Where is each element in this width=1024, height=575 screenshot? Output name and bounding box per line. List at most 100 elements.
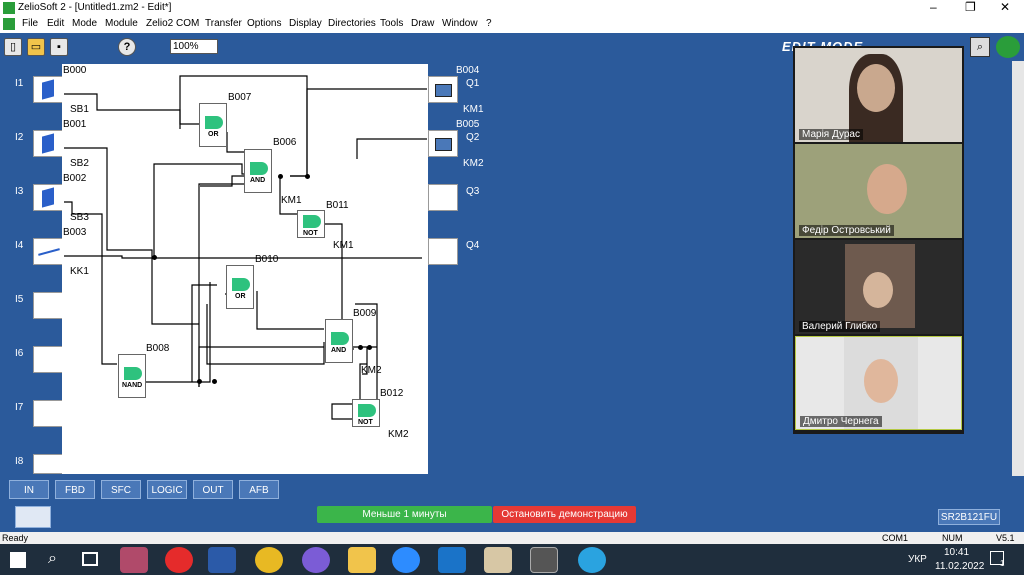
participant-avatar <box>864 359 898 403</box>
vertical-scrollbar[interactable] <box>1012 61 1024 476</box>
input-label-i7: I7 <box>15 402 24 413</box>
menu-directories[interactable]: Directories <box>328 18 376 29</box>
menu-help[interactable]: ? <box>486 18 492 29</box>
outlook-icon[interactable] <box>438 547 466 573</box>
output-label-q1: Q1 <box>466 78 480 89</box>
input-label-i2: I2 <box>15 132 24 143</box>
input-slot-i3[interactable] <box>33 184 63 211</box>
pushbutton-icon <box>42 187 54 208</box>
help-icon[interactable]: ? <box>118 38 136 56</box>
clock-time[interactable]: 10:41 <box>944 547 969 558</box>
winrar-icon[interactable] <box>120 547 148 573</box>
input-slot-i5[interactable] <box>33 292 63 319</box>
input-slot-i4[interactable] <box>33 238 63 265</box>
menu-zelio2com[interactable]: Zelio2 COM <box>146 18 199 29</box>
function-block-and[interactable]: AND <box>244 149 272 193</box>
stop-sharing-button[interactable]: Остановить демонстрацию <box>493 506 636 523</box>
menu-file[interactable]: File <box>22 18 38 29</box>
new-file-icon[interactable]: ▯ <box>4 38 22 56</box>
function-block-or[interactable]: OR <box>226 265 254 309</box>
function-block-not[interactable]: NOT <box>297 210 325 238</box>
output-slot-q3[interactable] <box>428 184 458 211</box>
junction-dot <box>367 345 372 350</box>
module-icon[interactable] <box>15 506 51 528</box>
menu-display[interactable]: Display <box>289 18 322 29</box>
tab-in[interactable]: IN <box>9 480 49 499</box>
open-folder-icon[interactable]: ▭ <box>27 38 45 56</box>
input-tag: KK1 <box>70 266 89 277</box>
block-id: B012 <box>380 388 404 399</box>
function-block-or[interactable]: OR <box>199 103 227 147</box>
function-block-and[interactable]: AND <box>325 319 353 363</box>
save-icon[interactable]: ▪ <box>50 38 68 56</box>
input-slot-i2[interactable] <box>33 130 63 157</box>
input-label-i5: I5 <box>15 294 24 305</box>
menu-draw[interactable]: Draw <box>411 18 434 29</box>
block-id: B010 <box>255 254 279 265</box>
language-indicator[interactable]: УКР <box>908 554 927 565</box>
search-icon[interactable]: ⌕ <box>48 550 57 568</box>
output-slot-q2[interactable] <box>428 130 458 157</box>
opera-icon[interactable] <box>165 547 193 573</box>
tab-afb[interactable]: AFB <box>239 480 279 499</box>
title-bar: ZelioSoft 2 - [Untitled1.zm2 - Edit*] – … <box>0 0 1024 17</box>
status-ready: Ready <box>2 533 29 543</box>
block-type: NOT <box>358 419 373 426</box>
menu-window[interactable]: Window <box>442 18 478 29</box>
close-button[interactable]: ✕ <box>1000 0 1010 14</box>
participant-tile[interactable]: Марія Дурас <box>795 48 962 142</box>
output-slot-q4[interactable] <box>428 238 458 265</box>
participant-tile[interactable]: Федір Островський <box>795 144 962 238</box>
chrome-icon[interactable] <box>255 547 283 573</box>
menu-edit[interactable]: Edit <box>47 18 64 29</box>
paint-icon[interactable] <box>484 547 512 573</box>
zoom-icon[interactable] <box>392 547 420 573</box>
menu-tools[interactable]: Tools <box>380 18 403 29</box>
clock-date[interactable]: 11.02.2022 <box>935 561 984 572</box>
file-explorer-icon[interactable] <box>348 547 376 573</box>
input-label-i8: I8 <box>15 456 24 467</box>
window-title: ZelioSoft 2 - [Untitled1.zm2 - Edit*] <box>18 2 172 13</box>
junction-dot <box>152 255 157 260</box>
pushbutton-icon <box>42 79 54 100</box>
zeliosoft-icon[interactable] <box>530 547 558 573</box>
block-id: B007 <box>228 92 252 103</box>
input-slot-i7[interactable] <box>33 400 63 427</box>
participant-name: Марія Дурас <box>799 129 863 140</box>
menu-options[interactable]: Options <box>247 18 281 29</box>
participant-tile[interactable]: Валерий Глибко <box>795 240 962 334</box>
tab-logic[interactable]: LOGIC <box>147 480 187 499</box>
tab-fbd[interactable]: FBD <box>55 480 95 499</box>
input-slot-i6[interactable] <box>33 346 63 373</box>
telegram-icon[interactable] <box>578 547 606 573</box>
participant-tile-active[interactable]: Дмитро Чернега <box>795 336 962 430</box>
word-icon[interactable] <box>208 547 236 573</box>
block-id: B011 <box>326 200 349 211</box>
task-view-icon[interactable] <box>82 552 98 566</box>
zoom-select[interactable]: 100% <box>170 39 218 54</box>
minimize-button[interactable]: – <box>930 0 937 14</box>
menu-transfer[interactable]: Transfer <box>205 18 242 29</box>
output-slot-q1[interactable] <box>428 76 458 103</box>
input-label-i4: I4 <box>15 240 24 251</box>
menu-module[interactable]: Module <box>105 18 138 29</box>
windows-start-icon[interactable] <box>10 552 26 568</box>
viber-icon[interactable] <box>302 547 330 573</box>
menu-mode[interactable]: Mode <box>72 18 97 29</box>
maximize-button[interactable]: ❐ <box>965 0 976 14</box>
function-block-not[interactable]: NOT <box>352 399 380 427</box>
search-icon[interactable]: ⌕ <box>970 37 990 57</box>
block-type: AND <box>250 177 266 184</box>
block-id: B006 <box>273 137 297 148</box>
junction-dot <box>358 345 363 350</box>
function-block-nand[interactable]: NAND <box>118 354 146 398</box>
tab-sfc[interactable]: SFC <box>101 480 141 499</box>
input-slot-i1[interactable] <box>33 76 63 103</box>
tab-out[interactable]: OUT <box>193 480 233 499</box>
input-tag: SB3 <box>70 212 89 223</box>
output-block-label: B005 <box>456 119 480 130</box>
not-gate-icon <box>358 404 376 417</box>
input-slot-i8[interactable] <box>33 454 63 474</box>
view-bar: IN FBD SFC LOGIC OUT AFB Меньше 1 минуты… <box>0 476 1024 532</box>
block-type: AND <box>331 347 347 354</box>
